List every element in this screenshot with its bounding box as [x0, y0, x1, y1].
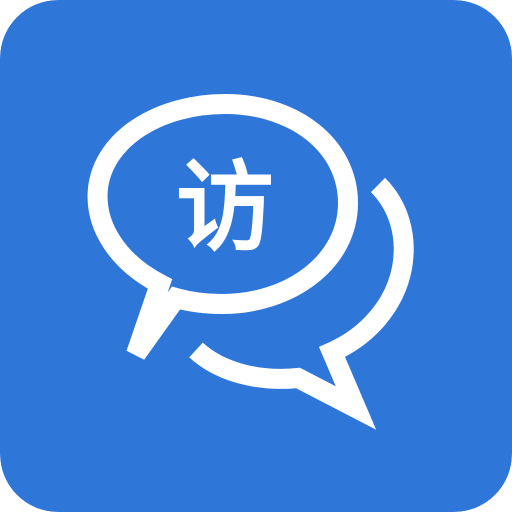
visit-glyph: 访: [175, 151, 274, 265]
app-icon[interactable]: 访: [0, 0, 512, 512]
